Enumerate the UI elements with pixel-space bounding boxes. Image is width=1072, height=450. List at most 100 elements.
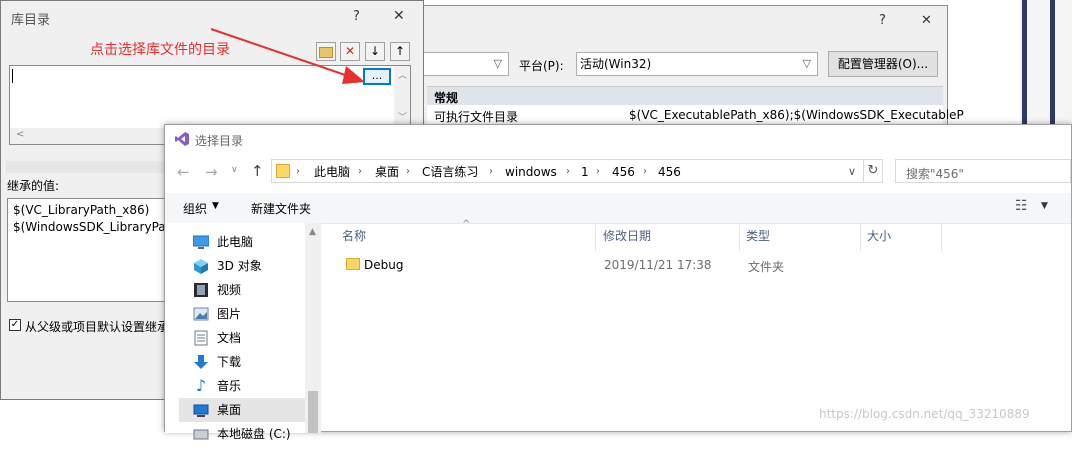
config-manager-button[interactable]: 配置管理器(O)...: [828, 51, 938, 77]
nav-item-downloads[interactable]: 下载: [179, 350, 305, 374]
nav-item-label: 下载: [217, 355, 242, 369]
inherited-values-label: 继承的值:: [7, 179, 60, 193]
help-button[interactable]: ?: [879, 13, 886, 28]
annotation-arrow: [210, 28, 365, 84]
column-header-type[interactable]: 类型: [746, 227, 770, 244]
nav-item-this-pc[interactable]: 此电脑: [179, 230, 305, 254]
breadcrumb-item[interactable]: windows: [505, 160, 557, 184]
nav-item-desktop[interactable]: 桌面: [179, 398, 305, 422]
download-icon: [193, 354, 209, 370]
chevron-right-icon: ›: [643, 166, 647, 177]
select-folder-dialog: 选择目录 ← → ∨ ↑ › 此电脑 › 桌面 › C语言练习 › window…: [164, 124, 1072, 441]
disk-icon: [193, 426, 209, 442]
sort-indicator-icon: ^: [462, 219, 471, 230]
music-icon: ♪: [195, 376, 207, 395]
search-box[interactable]: 搜索"456": [895, 159, 1071, 183]
scroll-up-icon[interactable]: ︿: [398, 68, 407, 81]
up-arrow-icon[interactable]: ↑: [251, 162, 264, 180]
nav-item-label: 桌面: [217, 403, 242, 417]
breadcrumb-item[interactable]: 桌面: [375, 160, 399, 184]
check-icon: ✓: [10, 319, 20, 330]
picture-icon: [193, 306, 209, 322]
nav-item-3d-objects[interactable]: 3D 对象: [179, 254, 305, 278]
file-type: 文件夹: [748, 260, 785, 274]
chevron-right-icon: ›: [566, 166, 570, 177]
file-date: 2019/11/21 17:38: [604, 258, 712, 272]
document-icon: [193, 330, 209, 346]
column-header-size[interactable]: 大小: [867, 227, 891, 244]
text-cursor: [12, 69, 13, 83]
nav-item-label: 音乐: [217, 379, 242, 393]
nav-item-videos[interactable]: 视频: [179, 278, 305, 302]
help-button[interactable]: ?: [353, 9, 360, 24]
folder-icon: [346, 258, 360, 270]
chevron-down-icon[interactable]: ∨: [848, 160, 856, 184]
close-button[interactable]: ✕: [921, 13, 932, 28]
scroll-up-icon[interactable]: ▲: [309, 227, 316, 237]
scroll-left-icon[interactable]: <: [16, 129, 24, 140]
breadcrumb-item[interactable]: 456: [612, 160, 635, 184]
property-pages-dialog: ? ✕ ▽ 平台(P): 活动(Win32) ▽ 配置管理器(O)... 常规 …: [420, 5, 964, 134]
column-header-name[interactable]: 名称: [342, 227, 366, 244]
refresh-icon: ↻: [867, 163, 879, 178]
scroll-down-icon[interactable]: ﹀: [398, 110, 407, 123]
nav-item-local-disk[interactable]: 本地磁盘 (C:): [179, 422, 305, 446]
inherit-checkbox[interactable]: ✓: [9, 319, 21, 331]
recent-locations-icon[interactable]: ∨: [231, 165, 238, 175]
nav-item-pictures[interactable]: 图片: [179, 302, 305, 326]
file-name: Debug: [364, 258, 404, 272]
vertical-scrollbar[interactable]: ︿ ﹀: [394, 66, 410, 128]
nav-item-documents[interactable]: 文档: [179, 326, 305, 350]
organize-button[interactable]: 组织: [183, 200, 207, 217]
move-up-button[interactable]: ↑: [390, 42, 410, 61]
nav-item-label: 此电脑: [217, 235, 254, 249]
nav-item-label: 本地磁盘 (C:): [217, 427, 291, 441]
chevron-down-icon: ▽: [493, 57, 502, 70]
breadcrumb-item[interactable]: 1: [581, 160, 589, 184]
refresh-button[interactable]: ↻: [863, 159, 883, 183]
chevron-right-icon: ›: [596, 166, 600, 177]
watermark: https://blog.csdn.net/qq_33210889: [819, 407, 1030, 421]
computer-icon: [192, 234, 210, 250]
cube-icon: [193, 258, 209, 274]
address-bar[interactable]: › 此电脑 › 桌面 › C语言练习 › windows › 1 › 456 ›…: [271, 159, 883, 183]
breadcrumb-item[interactable]: 此电脑: [314, 160, 350, 184]
column-header-date[interactable]: 修改日期: [603, 227, 651, 244]
nav-item-music[interactable]: ♪ 音乐: [179, 374, 305, 398]
view-options-icon[interactable]: ☷: [1015, 198, 1028, 214]
arrow-up-icon: ↑: [394, 44, 406, 58]
section-header: 常规: [427, 87, 943, 105]
chevron-right-icon: ›: [358, 166, 362, 177]
dropdown-arrow-icon: ▼: [212, 201, 219, 211]
chevron-right-icon: ›: [406, 166, 410, 177]
chevron-right-icon: ›: [489, 166, 493, 177]
close-button[interactable]: ✕: [393, 8, 405, 24]
nav-scrollbar[interactable]: ▲: [305, 223, 321, 433]
chevron-down-icon: ▽: [802, 57, 811, 70]
nav-item-label: 3D 对象: [217, 259, 262, 273]
back-arrow-icon[interactable]: ←: [177, 163, 190, 181]
search-placeholder: 搜索"456": [906, 167, 964, 181]
platform-select[interactable]: 活动(Win32) ▽: [576, 52, 818, 76]
nav-item-label: 图片: [217, 307, 242, 321]
inherited-value: $(WindowsSDK_LibraryPath: [13, 220, 167, 234]
nav-item-label: 文档: [217, 331, 242, 345]
scroll-thumb[interactable]: [308, 391, 318, 433]
folder-icon: [276, 164, 290, 178]
platform-value: 活动(Win32): [580, 57, 652, 71]
video-icon: [193, 282, 209, 298]
dropdown-arrow-icon[interactable]: ▼: [1041, 201, 1048, 211]
inherited-value: $(VC_LibraryPath_x86): [13, 203, 150, 217]
chevron-right-icon: ›: [296, 166, 300, 177]
section-title: 常规: [434, 91, 459, 105]
breadcrumb-item[interactable]: 456: [658, 160, 681, 184]
forward-arrow-icon[interactable]: →: [205, 163, 218, 181]
inherited-values-box: $(VC_LibraryPath_x86) $(WindowsSDK_Libra…: [7, 198, 167, 302]
breadcrumb-item[interactable]: C语言练习: [422, 160, 478, 184]
new-folder-button[interactable]: 新建文件夹: [251, 200, 311, 217]
configuration-select[interactable]: ▽: [421, 52, 509, 76]
background-window: [1020, 0, 1072, 124]
property-value[interactable]: $(VC_ExecutablePath_x86);$(WindowsSDK_Ex…: [629, 108, 964, 122]
nav-item-label: 视频: [217, 283, 242, 297]
file-row[interactable]: Debug 2019/11/21 17:38 文件夹: [337, 254, 937, 276]
